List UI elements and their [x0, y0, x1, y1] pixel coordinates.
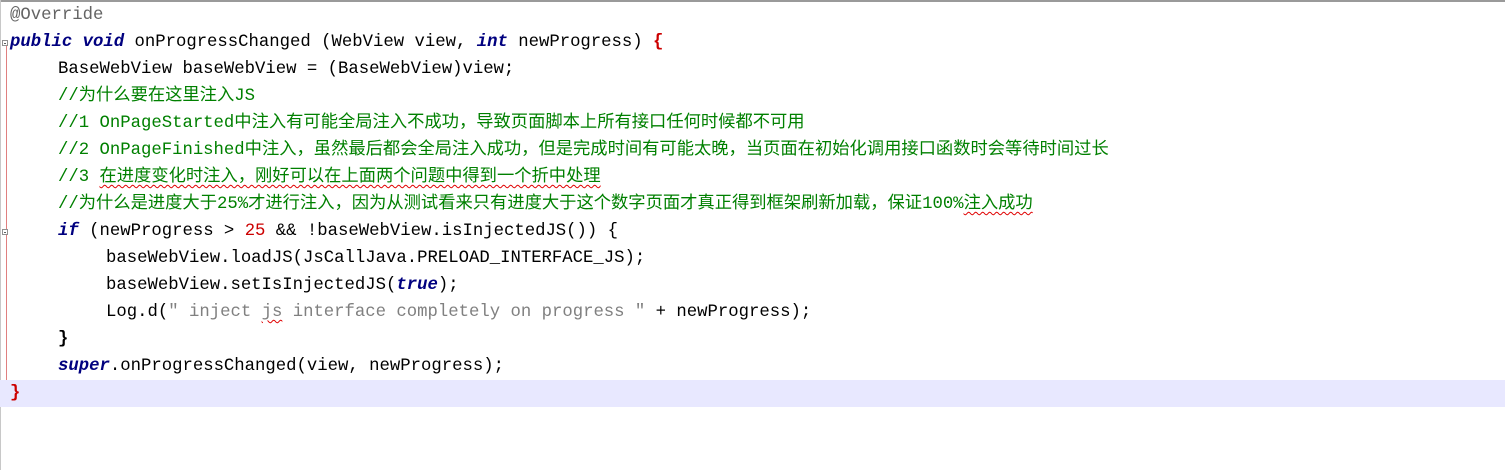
method-params-open: (WebView view,	[310, 33, 477, 52]
code-line[interactable]: public void onProgressChanged (WebView v…	[0, 29, 1505, 56]
code-line[interactable]: baseWebView.loadJS(JsCallJava.PRELOAD_IN…	[0, 245, 1505, 272]
code-line-current[interactable]: }	[0, 380, 1505, 407]
code-line[interactable]: //为什么是进度大于25%才进行注入，因为从测试看来只有进度大于这个数字页面才真…	[0, 191, 1505, 218]
code-text: && !baseWebView.isInjectedJS()) {	[265, 222, 619, 241]
number-literal: 25	[244, 222, 266, 241]
code-comment-spellcheck: 注入成功	[963, 195, 1033, 214]
method-name: onProgressChanged	[134, 33, 311, 52]
code-comment-spellcheck: 在进度变化时注入，刚好可以在上面两个问题中得到一个折中处理	[99, 168, 601, 187]
keyword-super: super	[58, 357, 110, 376]
code-text: Log.d(	[106, 303, 169, 322]
code-text: .onProgressChanged(view, newProgress);	[109, 357, 504, 376]
method-brace-open: {	[653, 33, 664, 52]
keyword-int: int	[476, 33, 508, 52]
method-brace-close: }	[10, 384, 21, 403]
code-line[interactable]: //为什么要在这里注入JS	[0, 83, 1505, 110]
code-text: baseWebView.setIsInjectedJS(	[106, 276, 397, 295]
keyword-true: true	[396, 276, 438, 295]
annotation-override: @Override	[10, 6, 104, 25]
code-comment: //为什么是进度大于25%才进行注入，因为从测试看来只有进度大于这个数字页面才真…	[58, 195, 964, 214]
code-text: (newProgress >	[78, 222, 245, 241]
code-brace-close: }	[58, 330, 69, 349]
keyword-void: void	[82, 33, 125, 52]
string-literal-spellcheck: js	[261, 303, 283, 322]
code-line[interactable]: //1 OnPageStarted中注入有可能全局注入不成功，导致页面脚本上所有…	[0, 110, 1505, 137]
code-text: + newProgress);	[645, 303, 812, 322]
code-line[interactable]: baseWebView.setIsInjectedJS(true);	[0, 272, 1505, 299]
code-line[interactable]: if (newProgress > 25 && !baseWebView.isI…	[0, 218, 1505, 245]
code-text: BaseWebView baseWebView = (BaseWebView)v…	[58, 60, 515, 79]
method-params-close: newProgress)	[507, 33, 654, 52]
code-text: );	[437, 276, 459, 295]
code-comment: //3	[58, 168, 100, 187]
code-comment: //2 OnPageFinished中注入，虽然最后都会全局注入成功，但是完成时…	[58, 141, 1109, 160]
code-line[interactable]: //2 OnPageFinished中注入，虽然最后都会全局注入成功，但是完成时…	[0, 137, 1505, 164]
code-editor[interactable]: @Override public void onProgressChanged …	[0, 0, 1505, 470]
code-line[interactable]: super.onProgressChanged(view, newProgres…	[0, 353, 1505, 380]
code-line[interactable]: Log.d(" inject js interface completely o…	[0, 299, 1505, 326]
code-line[interactable]: BaseWebView baseWebView = (BaseWebView)v…	[0, 56, 1505, 83]
code-text: baseWebView.loadJS(JsCallJava.PRELOAD_IN…	[106, 249, 646, 268]
code-line[interactable]: @Override	[0, 2, 1505, 29]
string-literal: " inject	[168, 303, 262, 322]
code-line[interactable]: }	[0, 326, 1505, 353]
keyword-if: if	[58, 222, 79, 241]
code-line[interactable]: //3 在进度变化时注入，刚好可以在上面两个问题中得到一个折中处理	[0, 164, 1505, 191]
string-literal: interface completely on progress "	[282, 303, 646, 322]
code-comment: //为什么要在这里注入JS	[58, 87, 256, 106]
keyword-public: public	[10, 33, 73, 52]
code-comment: //1 OnPageStarted中注入有可能全局注入不成功，导致页面脚本上所有…	[58, 114, 805, 133]
